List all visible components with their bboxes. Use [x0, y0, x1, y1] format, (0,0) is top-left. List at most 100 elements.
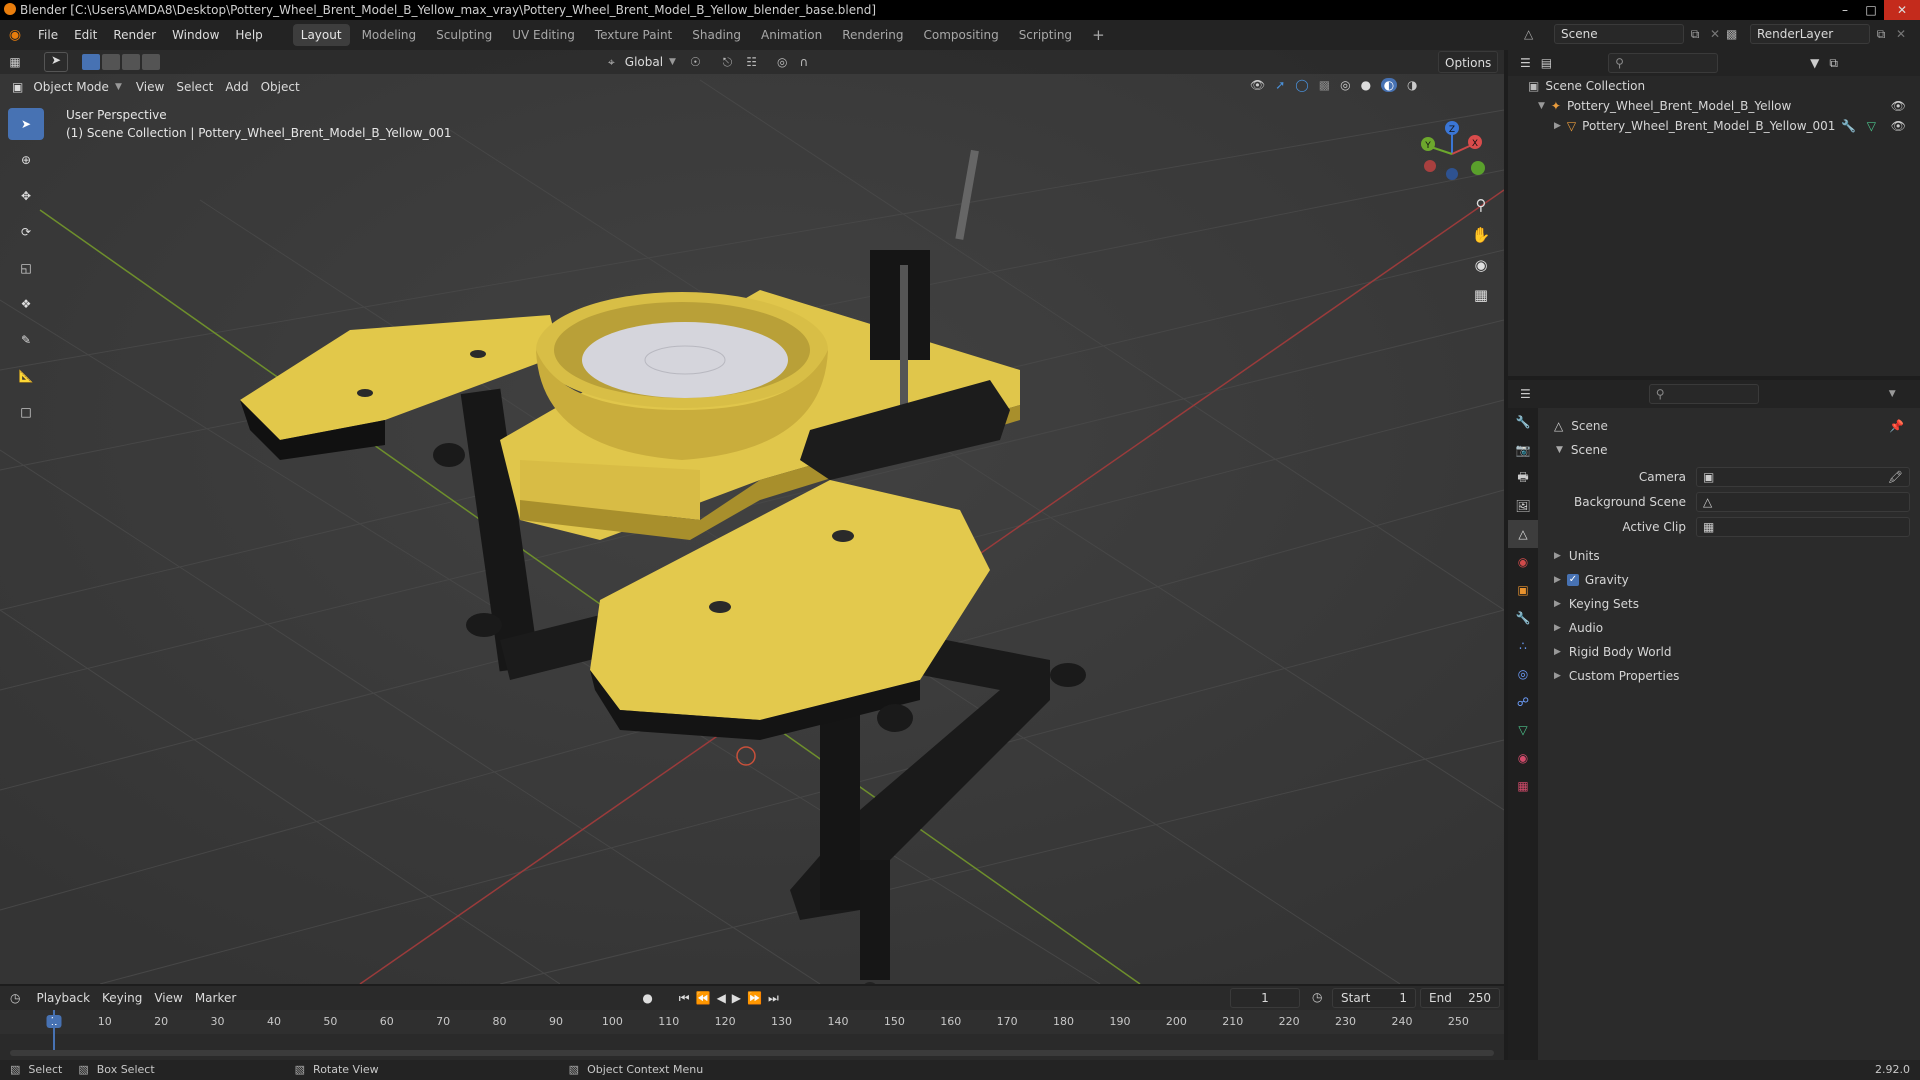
3d-viewport[interactable]: User Perspective (1) Scene Collection | … [0, 50, 1504, 984]
texture-tab-icon[interactable]: ▦ [1508, 772, 1538, 800]
select-subtract-icon[interactable] [122, 54, 140, 70]
jump-end-icon[interactable]: ⏭ [768, 991, 779, 1006]
properties-editor-icon[interactable]: ☰ [1520, 387, 1531, 401]
particles-tab-icon[interactable]: ∴ [1508, 632, 1538, 660]
start-frame-field[interactable]: Start 1 [1332, 988, 1416, 1008]
add-cube-icon[interactable]: □ [8, 396, 44, 428]
tab-texture-paint[interactable]: Texture Paint [587, 24, 680, 46]
renderlayer-field[interactable]: RenderLayer [1750, 24, 1870, 44]
menu-file[interactable]: File [30, 20, 66, 50]
play-reverse-icon[interactable]: ◀ [717, 991, 726, 1005]
snap-icon[interactable]: ⎋ [723, 55, 733, 70]
record-icon[interactable]: ● [642, 991, 652, 1005]
world-tab-icon[interactable]: ◉ [1508, 548, 1538, 576]
timeline-editor-icon[interactable]: ◷ [10, 991, 20, 1005]
next-keyframe-icon[interactable]: ⏩ [747, 991, 762, 1005]
tab-shading[interactable]: Shading [684, 24, 749, 46]
modifier-wrench-icon[interactable]: 🔧 [1841, 114, 1856, 138]
xray-icon[interactable]: ▩ [1319, 78, 1330, 92]
outliner-row-mesh[interactable]: ▶ ▽ Pottery_Wheel_Brent_Model_B_Yellow_0… [1508, 116, 1920, 136]
menu-window[interactable]: Window [164, 20, 227, 50]
transform-icon[interactable]: ❖ [8, 288, 44, 320]
outliner-row-object[interactable]: ▼ ✦ Pottery_Wheel_Brent_Model_B_Yellow 👁 [1508, 96, 1920, 116]
menu-edit[interactable]: Edit [66, 20, 105, 50]
scale-icon[interactable]: ◱ [8, 252, 44, 284]
panel-audio[interactable]: ▶ Audio [1554, 616, 1914, 640]
panel-units[interactable]: ▶ Units [1554, 544, 1914, 568]
timeline-ruler[interactable]: 1102030405060708090100110120130140150160… [0, 1010, 1504, 1034]
visibility-icon[interactable]: 👁 [1250, 78, 1265, 92]
properties-search-input[interactable]: ⚲ [1648, 384, 1759, 404]
orientation-dropdown[interactable]: Global [619, 51, 669, 73]
new-collection-icon[interactable]: ⧉ [1829, 56, 1838, 71]
solid-shading-icon[interactable]: ● [1361, 78, 1371, 92]
object-tab-icon[interactable]: ▣ [1508, 576, 1538, 604]
copy-renderlayer-icon[interactable]: ⧉ [1870, 27, 1892, 42]
menu-select[interactable]: Select [170, 76, 219, 98]
rendered-shading-icon[interactable]: ◑ [1407, 78, 1417, 92]
menu-keying[interactable]: Keying [96, 987, 148, 1009]
scene-panel-header[interactable]: ▼ Scene [1556, 438, 1608, 462]
pivot-icon[interactable]: ☉ [690, 55, 701, 69]
tab-uv-editing[interactable]: UV Editing [504, 24, 583, 46]
material-shading-icon[interactable]: ◐ [1381, 78, 1398, 92]
measure-icon[interactable]: 📐 [8, 360, 44, 392]
tab-modeling[interactable]: Modeling [354, 24, 425, 46]
collapse-chevron-icon[interactable]: ▶ [1554, 114, 1561, 138]
panel-keying-sets[interactable]: ▶ Keying Sets [1554, 592, 1914, 616]
copy-scene-icon[interactable]: ⧉ [1684, 27, 1706, 42]
mode-dropdown[interactable]: Object Mode [27, 76, 115, 98]
select-extend-icon[interactable] [102, 54, 120, 70]
rotate-icon[interactable]: ⟳ [8, 216, 44, 248]
jump-start-icon[interactable]: ⏮ [679, 991, 690, 1006]
editor-type-icon[interactable]: ▦ [0, 55, 30, 69]
constraints-tab-icon[interactable]: ☍ [1508, 688, 1538, 716]
gizmo-toggle-icon[interactable]: ➚ [1275, 78, 1285, 92]
annotate-icon[interactable]: ✎ [8, 324, 44, 356]
material-tab-icon[interactable]: ◉ [1508, 744, 1538, 772]
render-tab-icon[interactable]: 📷 [1508, 436, 1538, 464]
timeline-scrollbar[interactable] [10, 1050, 1494, 1056]
menu-timeline-view[interactable]: View [148, 987, 188, 1009]
remove-scene-icon[interactable]: ✕ [1706, 27, 1724, 41]
remove-renderlayer-icon[interactable]: ✕ [1892, 27, 1910, 41]
view-layer-tab-icon[interactable]: 🖼 [1508, 492, 1538, 520]
properties-options-icon[interactable]: ▼ [1889, 389, 1896, 399]
wireframe-shading-icon[interactable]: ◎ [1340, 78, 1350, 92]
add-workspace-icon[interactable]: + [1084, 24, 1113, 46]
close-button[interactable]: ✕ [1884, 0, 1920, 20]
proportional-edit-icon[interactable]: ◎ [777, 55, 787, 69]
tab-sculpting[interactable]: Sculpting [428, 24, 500, 46]
end-frame-field[interactable]: End 250 [1420, 988, 1500, 1008]
tab-scripting[interactable]: Scripting [1011, 24, 1080, 46]
camera-view-icon[interactable]: ◉ [1468, 252, 1494, 278]
filter-icon[interactable]: ▼ [1810, 56, 1819, 70]
outliner-row-root[interactable]: ▣ Scene Collection [1508, 76, 1920, 96]
maximize-button[interactable]: □ [1858, 0, 1884, 20]
select-tool-icon[interactable]: ➤ [44, 52, 68, 72]
ortho-grid-icon[interactable]: ▦ [1468, 282, 1494, 308]
tab-layout[interactable]: Layout [292, 24, 350, 46]
blender-menu-icon[interactable]: ◉ [0, 27, 30, 43]
menu-render[interactable]: Render [105, 20, 164, 50]
current-frame-field[interactable]: 1 [1230, 988, 1300, 1008]
mesh-data-icon[interactable]: ▽ [1867, 114, 1876, 138]
minimize-button[interactable]: – [1832, 0, 1858, 20]
pan-hand-icon[interactable]: ✋ [1468, 222, 1494, 248]
navigation-gizmo[interactable]: Z X Y [1410, 114, 1490, 194]
eyedropper-icon[interactable]: 🖍 [1888, 468, 1903, 486]
menu-object[interactable]: Object [255, 76, 306, 98]
prev-keyframe-icon[interactable]: ⏪ [696, 991, 711, 1005]
menu-view[interactable]: View [130, 76, 170, 98]
modifiers-tab-icon[interactable]: 🔧 [1508, 604, 1538, 632]
snap-target-icon[interactable]: ☷ [746, 55, 757, 69]
outliner-editor-icon[interactable]: ☰ [1520, 56, 1531, 70]
visibility-eye-icon[interactable]: 👁 [1891, 114, 1906, 138]
panel-rigid-body-world[interactable]: ▶ Rigid Body World [1554, 640, 1914, 664]
playhead-line[interactable] [53, 1010, 55, 1050]
tab-compositing[interactable]: Compositing [915, 24, 1006, 46]
output-tab-icon[interactable]: 🖶 [1508, 464, 1538, 492]
camera-field[interactable]: ▣ 🖍 [1696, 466, 1910, 487]
background-scene-field[interactable]: △ [1696, 491, 1910, 512]
select-new-icon[interactable] [82, 54, 100, 70]
